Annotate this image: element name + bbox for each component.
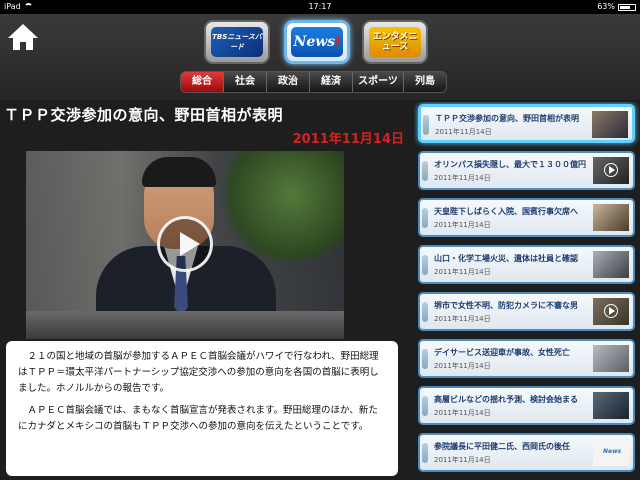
tab-economy[interactable]: 経済	[310, 72, 353, 92]
news-item-title: デイサービス送迎車が事故、女性死亡	[434, 348, 570, 357]
item-handle	[422, 349, 428, 369]
news-list-item[interactable]: 高層ビルなどの揺れ予測、検討会始まる 2011年11月14日	[418, 386, 635, 425]
news-thumbnail	[593, 204, 629, 231]
news-item-title: ＴＰＰ交渉参加の意向、野田首相が表明	[435, 114, 579, 123]
news-item-title: 天皇陛下しばらく入院、国賓行事欠席へ	[434, 207, 578, 216]
status-bar: iPad 17:17 63%	[0, 0, 640, 14]
news-thumbnail	[593, 392, 629, 419]
news-item-date: 2011年11月14日	[435, 128, 492, 136]
news-item-date: 2011年11月14日	[434, 268, 491, 276]
item-handle	[422, 396, 428, 416]
tab-society[interactable]: 社会	[224, 72, 267, 92]
video-desk	[26, 311, 344, 339]
news-item-date: 2011年11月14日	[434, 174, 491, 182]
item-handle	[422, 208, 428, 228]
article-date: 2011年11月14日	[292, 132, 404, 147]
news-item-title: 山口・化学工場火災、遺体は社員と確認	[434, 254, 578, 263]
news-thumbnail	[592, 111, 628, 138]
tab-sports[interactable]: スポーツ	[353, 72, 404, 92]
tab-regional[interactable]: 列島	[404, 72, 446, 92]
entame-logo: エンタメニュース	[369, 27, 421, 57]
tab-general[interactable]: 総合	[181, 72, 224, 92]
clock: 17:17	[308, 2, 332, 11]
news-list-item[interactable]: 天皇陛下しばらく入院、国賓行事欠席へ 2011年11月14日	[418, 198, 635, 237]
news-list-item[interactable]: オリンパス損失隠し、最大で１３００億円 2011年11月14日	[418, 151, 635, 190]
item-handle	[422, 161, 428, 181]
video-player[interactable]	[26, 151, 344, 339]
news-list-item[interactable]: 山口・化学工場火災、遺体は社員と確認 2011年11月14日	[418, 245, 635, 284]
news-thumbnail: News	[593, 439, 629, 466]
article-paragraph: ２１の国と地域の首脳が参加するＡＰＥＣ首脳会議がハワイで行なわれ、野田総理はＴＰ…	[18, 351, 379, 394]
play-icon	[604, 163, 618, 177]
news-list-item[interactable]: 堺市で女性不明、防犯カメラに不審な男 2011年11月14日	[418, 292, 635, 331]
news-item-title: 高層ビルなどの揺れ予測、検討会始まる	[434, 395, 578, 404]
newsi-logo: News i	[291, 27, 343, 57]
news-item-date: 2011年11月14日	[434, 221, 491, 229]
news-thumbnail	[593, 298, 629, 325]
category-tabs: 総合 社会 政治 経済 スポーツ 列島	[180, 71, 447, 93]
news-list-item[interactable]: デイサービス送迎車が事故、女性死亡 2011年11月14日	[418, 339, 635, 378]
battery-icon	[618, 3, 636, 11]
news-item-date: 2011年11月14日	[434, 362, 491, 370]
news-list-item[interactable]: ＴＰＰ交渉参加の意向、野田首相が表明 2011年11月14日	[418, 104, 635, 143]
home-icon	[8, 24, 38, 50]
item-handle	[423, 115, 429, 135]
entame-logo-button[interactable]: エンタメニュース	[362, 20, 428, 64]
news-item-title: 参院議長に平田健二氏、西岡氏の後任	[434, 442, 570, 451]
play-icon	[604, 304, 618, 318]
app-header: TBSニュースバード News i エンタメニュース 総合 社会 政治 経済 スポ…	[0, 14, 640, 100]
news-list-item[interactable]: 参院議長に平田健二氏、西岡氏の後任 2011年11月14日 News	[418, 433, 635, 472]
news-thumbnail-logo: News	[603, 448, 622, 455]
play-icon[interactable]	[157, 216, 213, 272]
item-handle	[422, 443, 428, 463]
newsbird-logo: TBSニュースバード	[211, 27, 263, 57]
news-item-date: 2011年11月14日	[434, 456, 491, 464]
news-item-date: 2011年11月14日	[434, 315, 491, 323]
article-body: ２１の国と地域の首脳が参加するＡＰＥＣ首脳会議がハワイで行なわれ、野田総理はＴＰ…	[6, 341, 398, 476]
newsi-logo-button[interactable]: News i	[284, 20, 350, 64]
battery-indicator: 63%	[597, 0, 636, 14]
news-item-title: オリンパス損失隠し、最大で１３００億円	[434, 160, 586, 169]
news-thumbnail	[593, 251, 629, 278]
news-thumbnail	[593, 345, 629, 372]
news-list: ＴＰＰ交渉参加の意向、野田首相が表明 2011年11月14日 オリンパス損失隠し…	[414, 102, 640, 480]
tab-politics[interactable]: 政治	[267, 72, 310, 92]
home-button[interactable]	[6, 22, 40, 52]
news-item-date: 2011年11月14日	[434, 409, 491, 417]
newsbird-logo-button[interactable]: TBSニュースバード	[204, 20, 270, 64]
news-item-title: 堺市で女性不明、防犯カメラに不審な男	[434, 301, 578, 310]
item-handle	[422, 302, 428, 322]
news-thumbnail	[593, 157, 629, 184]
article-headline: ＴＰＰ交渉参加の意向、野田首相が表明	[4, 106, 284, 124]
item-handle	[422, 255, 428, 275]
article-paragraph: ＡＰＥＣ首脳会議では、まもなく首脳宣言が発表されます。野田総理のほか、新たにカナ…	[18, 405, 378, 432]
